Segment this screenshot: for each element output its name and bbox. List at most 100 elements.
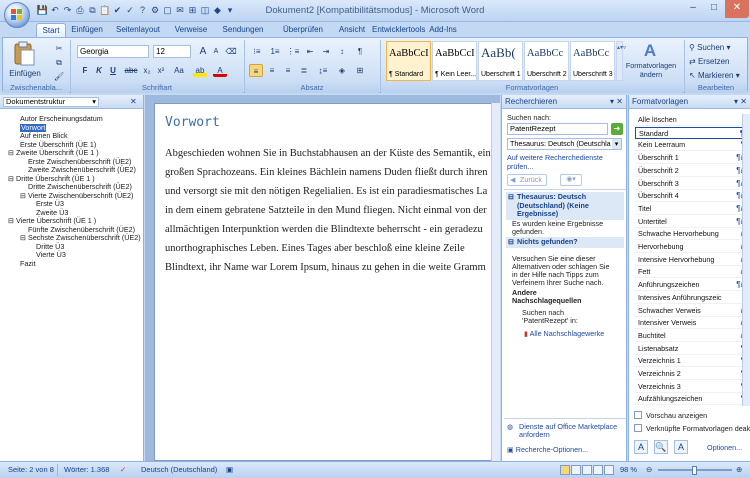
- document-heading[interactable]: Vorwort: [165, 115, 220, 130]
- maximize-button[interactable]: □: [704, 0, 724, 18]
- paste-button[interactable]: Einfügen: [5, 67, 45, 80]
- tab-überprüfen[interactable]: Überprüfen: [275, 23, 331, 37]
- tab-ansicht[interactable]: Ansicht: [336, 23, 368, 37]
- tab-entwicklertools[interactable]: Entwicklertools: [372, 23, 425, 37]
- style-list-item[interactable]: Schwacher Verweisa: [635, 305, 749, 317]
- tab-addins[interactable]: Add-Ins: [428, 23, 458, 37]
- proofing-icon[interactable]: ✓: [120, 465, 126, 474]
- mail-icon[interactable]: ✉: [174, 4, 187, 17]
- increase-indent-icon[interactable]: ⇥: [319, 45, 333, 58]
- bullets-icon[interactable]: ⁝≡: [249, 45, 265, 58]
- style-list-item[interactable]: Überschrift 4 ¶a: [635, 190, 749, 203]
- style-list-item[interactable]: Untertitel ¶a: [635, 216, 749, 228]
- style-list-item[interactable]: Überschrift 2 ¶a: [635, 165, 749, 177]
- select-button[interactable]: ↖ Markieren ▾: [689, 69, 745, 82]
- new-icon[interactable]: ▢: [161, 4, 174, 17]
- document-map-item[interactable]: ⊟ Sechste Zwischenüberschrift (ÜE2): [20, 234, 141, 242]
- style-gallery-scroll[interactable]: ▴▾▿: [616, 41, 626, 81]
- style-list-item[interactable]: Intensives Anführungszeic: [635, 292, 749, 304]
- style-gallery-item[interactable]: AaBbCcI ¶ Kein Leer...: [432, 41, 477, 81]
- style-list-item[interactable]: Titel ¶a: [635, 203, 749, 215]
- document-line[interactable]: unorthographisches Leben. Eines Tages ab…: [165, 242, 500, 256]
- preview-icon[interactable]: ◫: [199, 4, 212, 17]
- copy-icon[interactable]: ⧉: [86, 4, 99, 17]
- justify-icon[interactable]: ≣: [297, 64, 311, 77]
- strikethrough-button[interactable]: abc: [123, 64, 139, 77]
- print-layout-icon[interactable]: [560, 465, 570, 475]
- style-list-item[interactable]: Verzeichnis 3¶: [635, 381, 749, 393]
- language-indicator[interactable]: Deutsch (Deutschland): [141, 465, 217, 474]
- go-arrow-icon[interactable]: ➜: [611, 123, 623, 135]
- zoom-level[interactable]: 98 %: [620, 465, 637, 474]
- style-gallery-item[interactable]: AaBbCcI ¶ Standard: [386, 41, 431, 81]
- not-found-section-header[interactable]: ⊟ Nichts gefunden?: [506, 237, 624, 248]
- marketplace-link[interactable]: anfordern: [519, 430, 550, 439]
- replace-button[interactable]: ⇄ Ersetzen: [689, 55, 745, 68]
- search-button[interactable]: ⚲ Suchen ▾: [689, 41, 745, 54]
- style-list-item[interactable]: Standard¶: [635, 126, 749, 139]
- new-style-icon[interactable]: A: [634, 440, 648, 454]
- close-icon[interactable]: ✕: [740, 95, 747, 109]
- change-styles-button[interactable]: Formatvorlagen ändern: [621, 61, 681, 79]
- all-references-link[interactable]: ▮ Alle Nachschlagewerke: [524, 329, 604, 338]
- style-gallery-item[interactable]: AaBbCc Überschrift 3: [570, 41, 615, 81]
- pane-menu-icon[interactable]: ▾: [734, 95, 738, 109]
- paste-icon[interactable]: 📋: [99, 4, 112, 17]
- research-query-input[interactable]: PatentRezept: [507, 123, 608, 135]
- style-list-item[interactable]: Anführungszeichen ¶a: [635, 279, 749, 292]
- decrease-indent-icon[interactable]: ⇤: [303, 45, 317, 58]
- close-icon[interactable]: ✕: [616, 95, 623, 109]
- style-list-item[interactable]: Fetta: [635, 266, 749, 279]
- editor-scrollbar[interactable]: [491, 103, 500, 461]
- style-gallery-item[interactable]: AaBbCc Überschrift 2: [524, 41, 569, 81]
- table-icon[interactable]: ⊞: [186, 4, 199, 17]
- bold-button[interactable]: F: [79, 64, 91, 77]
- shrink-font-button[interactable]: A: [210, 45, 222, 58]
- document-map-item[interactable]: Dritte Zwischenüberschrift (ÜE2): [28, 183, 132, 191]
- zoom-slider-handle[interactable]: [692, 466, 697, 475]
- minimize-button[interactable]: –: [683, 0, 703, 18]
- misc-icon[interactable]: ◆: [211, 4, 224, 17]
- format-painter-icon[interactable]: 🖌: [53, 70, 65, 83]
- font-color-icon[interactable]: A: [213, 64, 227, 77]
- manage-styles-icon[interactable]: A: [674, 440, 688, 454]
- outline-icon[interactable]: [593, 465, 603, 475]
- print-icon[interactable]: ⎙: [74, 4, 87, 17]
- tab-einfügen[interactable]: Einfügen: [68, 23, 106, 37]
- grow-font-button[interactable]: A: [197, 45, 209, 58]
- preview-checkbox[interactable]: [634, 411, 642, 419]
- spell-icon[interactable]: ✓: [124, 4, 137, 17]
- align-right-icon[interactable]: ≡: [281, 64, 295, 77]
- document-line[interactable]: und versorgt sie mit den nötigen Regelia…: [165, 185, 500, 199]
- forward-button[interactable]: ◉▾: [560, 174, 582, 186]
- more-icon[interactable]: ▾: [224, 4, 237, 17]
- style-gallery-item[interactable]: AaBb(Überschrift 1: [478, 41, 523, 81]
- font-size-field[interactable]: 12: [153, 45, 191, 58]
- change-case-button[interactable]: Aa: [171, 64, 187, 77]
- shading-icon[interactable]: ◈: [335, 64, 349, 77]
- document-line[interactable]: in dem einem gebratene Satzteile in den …: [165, 204, 500, 218]
- sort-icon[interactable]: ↕: [335, 45, 349, 58]
- thesaurus-section-header[interactable]: ⊟ Thesaurus: Deutsch (Deutschland) (Keine…: [506, 192, 624, 220]
- help-icon[interactable]: ?: [136, 4, 149, 17]
- style-list-item[interactable]: Überschrift 3 ¶a: [635, 178, 749, 190]
- save-icon[interactable]: 💾: [36, 4, 49, 17]
- more-services-link[interactable]: Auf weitere Recherchedienste prüfen...: [507, 153, 623, 171]
- superscript-button[interactable]: x²: [155, 64, 167, 77]
- copy-icon[interactable]: ⧉: [53, 56, 65, 69]
- paste-icon[interactable]: [11, 41, 37, 69]
- borders-icon[interactable]: ⊞: [353, 64, 367, 77]
- style-list-item[interactable]: Verzeichnis 2¶: [635, 368, 749, 380]
- page-indicator[interactable]: Seite: 2 von 8: [8, 465, 54, 474]
- close-button[interactable]: ✕: [725, 0, 749, 18]
- document-map-item[interactable]: Vierte Ü3: [36, 251, 66, 259]
- style-list-item[interactable]: Buchtitela: [635, 330, 749, 342]
- undo-icon[interactable]: ↶: [49, 4, 62, 17]
- document-map-dropdown[interactable]: Dokumentstruktur ▾: [3, 97, 99, 107]
- close-icon[interactable]: ✕: [130, 95, 137, 109]
- tab-sendungen[interactable]: Sendungen: [216, 23, 270, 37]
- style-list-item[interactable]: Alle löschen: [635, 114, 749, 126]
- pane-menu-icon[interactable]: ▾: [610, 95, 614, 109]
- word-count[interactable]: Wörter: 1.368: [64, 465, 109, 474]
- document-map-item[interactable]: ⊟ Vierte Überschrift (ÜE 1 ): [8, 217, 96, 225]
